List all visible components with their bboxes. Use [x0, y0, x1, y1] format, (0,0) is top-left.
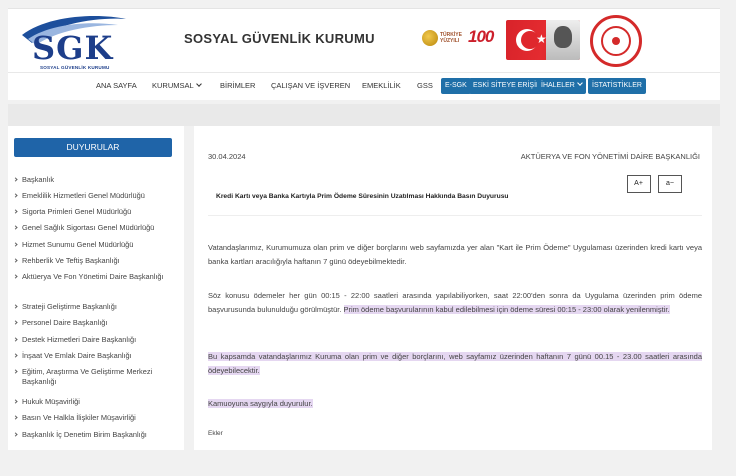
font-decrease-button[interactable]: a− — [658, 175, 682, 193]
attachments-label: Ekler — [208, 430, 223, 437]
sidebar-item[interactable]: Rehberlik Ve Teftiş Başkanlığı — [13, 256, 170, 266]
paragraph-2-highlight: Prim ödeme başvurularının kabul edilebil… — [343, 305, 670, 314]
sidebar-item[interactable]: Başkanlık İç Denetim Birim Başkanlığı — [13, 430, 170, 440]
sidebar-item-label: Basın Ve Halkla İlişkiler Müşavirliği — [22, 413, 136, 422]
chevron-right-icon — [13, 274, 18, 279]
announcement-headline: Kredi Kartı veya Banka Kartıyla Prim Öde… — [216, 193, 509, 200]
istatistikler-button[interactable]: İSTATİSTİKLER — [588, 78, 646, 94]
chevron-right-icon — [13, 369, 18, 374]
badge-line-2: YÜZYILI — [440, 38, 460, 44]
department-name: AKTÜERYA VE FON YÖNETİMİ DAİRE BAŞKANLIĞ… — [520, 152, 700, 161]
page-scrollbar[interactable] — [724, 0, 736, 476]
chevron-right-icon — [13, 225, 18, 230]
nav-item-birimler[interactable]: BİRİMLER — [220, 81, 255, 90]
chevron-right-icon — [13, 193, 18, 198]
sidebar-item[interactable]: Aktüerya Ve Fon Yönetimi Daire Başkanlığ… — [13, 272, 170, 282]
chevron-right-icon — [13, 209, 18, 214]
sidebar-item[interactable]: İnşaat Ve Emlak Daire Başkanlığı — [13, 351, 170, 361]
turkish-flag-ataturk-image: ★ — [506, 20, 580, 60]
sidebar-item[interactable]: Personel Daire Başkanlığı — [13, 318, 170, 328]
chevron-right-icon — [13, 242, 18, 247]
portrait-image — [546, 20, 580, 60]
announcements-sidebar: DUYURULAR Başkanlık Emeklilik Hizmetleri… — [8, 126, 184, 450]
seal-center — [612, 37, 620, 45]
badge-100[interactable]: 100 — [468, 27, 494, 47]
sidebar-item-label: Strateji Geliştirme Başkanlığı — [22, 302, 117, 311]
paragraph-1: Vatandaşlarımız, Kurumumuza olan prim ve… — [208, 243, 702, 266]
ihaleler-button[interactable]: İHALELER — [537, 78, 586, 94]
sidebar-item-label: Emeklilik Hizmetleri Genel Müdürlüğü — [22, 191, 145, 200]
sidebar-item-label: Aktüerya Ve Fon Yönetimi Daire Başkanlığ… — [22, 272, 164, 281]
sidebar-item[interactable]: Hukuk Müşavirliği — [13, 397, 170, 407]
chevron-right-icon — [13, 399, 18, 404]
sidebar-item[interactable]: Strateji Geliştirme Başkanlığı — [13, 302, 170, 312]
sidebar-item-label: Hukuk Müşavirliği — [22, 397, 80, 406]
nav-item-gss[interactable]: GSS — [417, 81, 433, 90]
org-title: SOSYAL GÜVENLİK KURUMU — [184, 31, 375, 46]
logo-text: SGK — [32, 29, 114, 67]
sidebar-item[interactable]: Başkanlık — [13, 175, 170, 185]
sidebar-item-label: Başkanlık — [22, 175, 55, 184]
chevron-right-icon — [13, 320, 18, 325]
e-sgk-button[interactable]: E-SGK — [441, 78, 471, 94]
turkiye-yuzyili-badge[interactable]: TÜRKİYE YÜZYILI — [422, 29, 462, 49]
badge-disc-icon — [422, 30, 438, 46]
nav-kurumsal-label: KURUMSAL — [152, 81, 194, 90]
announcement-date: 30.04.2024 — [208, 152, 246, 161]
sidebar-title: DUYURULAR — [14, 138, 172, 157]
sidebar-item[interactable]: Basın Ve Halkla İlişkiler Müşavirliği — [13, 413, 170, 423]
paragraph-4-highlight: Kamuoyuna saygıyla duyurulur. — [208, 399, 313, 408]
badge-caption: TÜRKİYE YÜZYILI — [440, 32, 462, 44]
main-nav: ANA SAYFA KURUMSAL BİRİMLER ÇALIŞAN VE İ… — [8, 72, 720, 100]
sidebar-item-label: Personel Daire Başkanlığı — [22, 318, 108, 327]
ministry-seal-icon[interactable] — [590, 15, 642, 67]
sidebar-item-label: Rehberlik Ve Teftiş Başkanlığı — [22, 256, 120, 265]
sidebar-item-label: Başkanlık İç Denetim Birim Başkanlığı — [22, 430, 147, 439]
chevron-right-icon — [13, 353, 18, 358]
ihaleler-label: İHALELER — [541, 82, 575, 89]
sidebar-item[interactable]: Genel Sağlık Sigortası Genel Müdürlüğü — [13, 223, 170, 233]
sidebar-item-label: Destek Hizmetleri Daire Başkanlığı — [22, 335, 137, 344]
chevron-right-icon — [13, 258, 18, 263]
paragraph-2: Söz konusu ödemeler her gün 00:15 - 22:0… — [208, 289, 702, 317]
chevron-right-icon — [13, 432, 18, 437]
sidebar-item-label: Sigorta Primleri Genel Müdürlüğü — [22, 207, 132, 216]
site-header: SGK SOSYAL GÜVENLİK KURUMU SOSYAL GÜVENL… — [8, 8, 720, 72]
font-increase-button[interactable]: A+ — [626, 175, 651, 193]
chevron-down-icon — [195, 81, 202, 87]
chevron-down-icon — [577, 80, 583, 86]
banner-strip — [8, 104, 720, 126]
chevron-right-icon — [13, 415, 18, 420]
sidebar-item[interactable]: Eğitim, Araştırma Ve Geliştirme Merkezi … — [13, 367, 170, 387]
font-size-controls: A+ a− — [624, 172, 682, 193]
chevron-right-icon — [13, 304, 18, 309]
nav-item-emeklilik[interactable]: EMEKLİLİK — [362, 81, 401, 90]
sidebar-item-label: Eğitim, Araştırma Ve Geliştirme Merkezi … — [22, 367, 153, 386]
nav-item-kurumsal[interactable]: KURUMSAL — [152, 81, 202, 90]
paragraph-4: Kamuoyuna saygıyla duyurulur. — [208, 397, 702, 411]
sidebar-item[interactable]: Destek Hizmetleri Daire Başkanlığı — [13, 335, 170, 345]
sidebar-item[interactable]: Emeklilik Hizmetleri Genel Müdürlüğü — [13, 191, 170, 201]
sgk-logo[interactable]: SGK SOSYAL GÜVENLİK KURUMU — [18, 13, 130, 73]
divider — [208, 215, 702, 216]
portrait-face — [554, 26, 572, 48]
chevron-right-icon — [13, 337, 18, 342]
eski-siteye-erisim-button[interactable]: ESKİ SİTEYE ERİŞİM — [469, 78, 546, 94]
page: SGK SOSYAL GÜVENLİK KURUMU SOSYAL GÜVENL… — [0, 0, 736, 476]
paragraph-3: Bu kapsamda vatandaşlarımız Kuruma olan … — [208, 350, 702, 378]
sidebar-item[interactable]: Sigorta Primleri Genel Müdürlüğü — [13, 207, 170, 217]
logo-subtext: SOSYAL GÜVENLİK KURUMU — [40, 65, 110, 70]
sidebar-item-label: Hizmet Sunumu Genel Müdürlüğü — [22, 240, 134, 249]
sidebar-item[interactable]: Hizmet Sunumu Genel Müdürlüğü — [13, 240, 170, 250]
paragraph-3-highlight: Bu kapsamda vatandaşlarımız Kuruma olan … — [208, 352, 702, 375]
announcement-content: 30.04.2024 AKTÜERYA VE FON YÖNETİMİ DAİR… — [194, 126, 712, 450]
nav-item-calisan-isveren[interactable]: ÇALIŞAN VE İŞVEREN — [271, 81, 350, 90]
nav-item-ana-sayfa[interactable]: ANA SAYFA — [96, 81, 137, 90]
chevron-right-icon — [13, 177, 18, 182]
sidebar-item-label: İnşaat Ve Emlak Daire Başkanlığı — [22, 351, 132, 360]
sidebar-item-label: Genel Sağlık Sigortası Genel Müdürlüğü — [22, 223, 155, 232]
